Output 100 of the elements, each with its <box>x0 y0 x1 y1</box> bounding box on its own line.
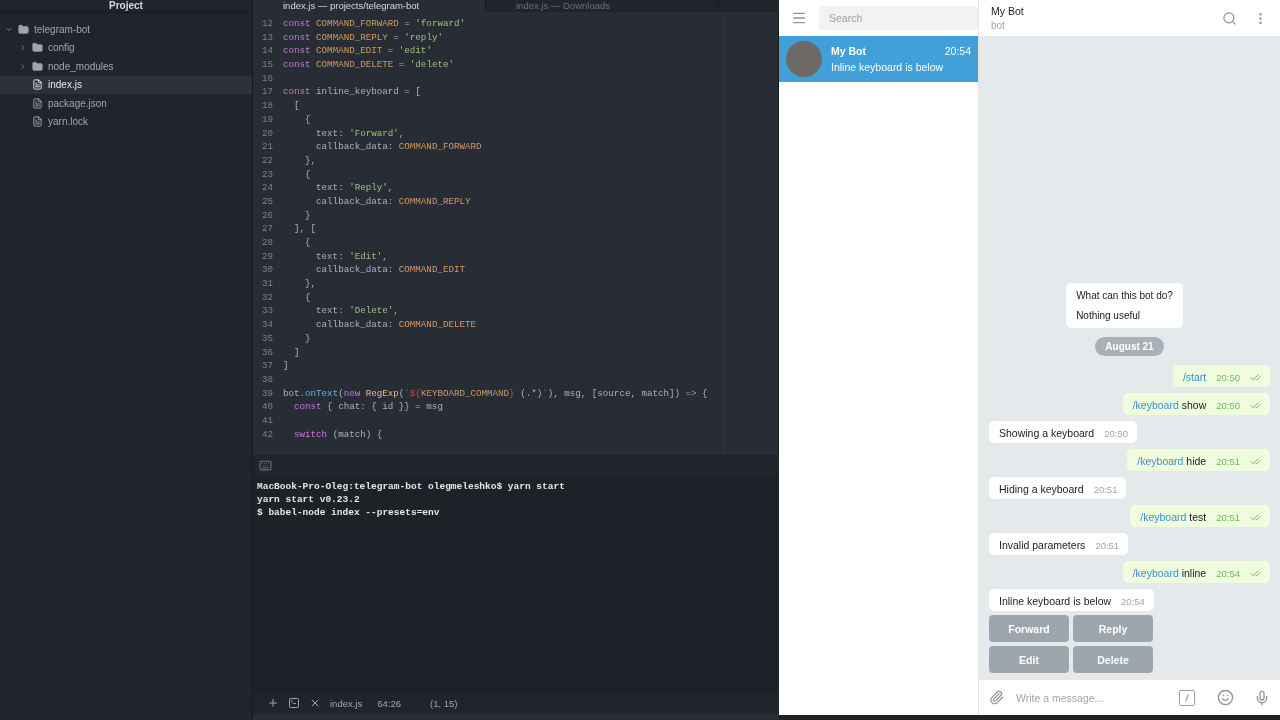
line-number: 32 <box>260 290 273 305</box>
close-icon[interactable] <box>309 697 321 709</box>
date-label: August 21 <box>1095 337 1164 356</box>
line-number: 37 <box>260 359 273 373</box>
message-text: Inline keyboard is below <box>999 595 1112 607</box>
slash-command-icon[interactable] <box>1179 689 1195 706</box>
terminal-icon[interactable] <box>288 697 300 709</box>
code-line: }, <box>304 277 317 291</box>
search-field[interactable]: Search <box>819 6 978 30</box>
line-number: 28 <box>260 236 273 250</box>
line-number: 14 <box>260 44 273 59</box>
code-line: } <box>304 208 311 223</box>
message-time: 20:50 <box>1216 400 1240 411</box>
line-number: 26 <box>260 208 273 223</box>
code-line: const COMMAND_EDIT = 'edit' <box>283 44 432 59</box>
line-number: 34 <box>260 318 273 332</box>
code-line: const COMMAND_DELETE = 'delete' <box>283 58 454 72</box>
file-name: node_modules <box>48 60 114 72</box>
file-item[interactable]: yarn.lock <box>0 112 252 131</box>
line-number: 33 <box>260 304 273 319</box>
microphone-icon[interactable] <box>1254 689 1270 706</box>
file-icon <box>32 79 43 91</box>
terminal-line: yarn start v0.23.2 <box>257 493 361 506</box>
double-check-icon <box>1250 456 1261 467</box>
code-line: text: 'Edit', <box>315 249 388 264</box>
folder-item[interactable]: node_modules <box>0 57 252 76</box>
message-text: Showing a keyboard <box>999 427 1095 439</box>
line-number: 22 <box>260 153 273 168</box>
line-number: 29 <box>260 249 273 264</box>
double-check-icon <box>1250 372 1261 383</box>
code-line: const inline_keyboard = [ <box>283 85 421 100</box>
line-number: 27 <box>260 222 273 236</box>
file-item[interactable]: package.json <box>0 94 252 113</box>
message-time: 20:50 <box>1104 428 1128 439</box>
code-line: const COMMAND_REPLY = 'reply' <box>283 30 443 45</box>
message-time: 20:54 <box>1216 568 1240 579</box>
line-number: 21 <box>260 140 273 154</box>
keyboard-icon[interactable] <box>259 458 272 472</box>
line-number: 24 <box>260 181 273 195</box>
line-number: 23 <box>260 167 273 182</box>
file-name: config <box>48 42 75 54</box>
line-number: 36 <box>260 345 273 360</box>
code-line: } <box>304 331 311 346</box>
line-number: 31 <box>260 277 273 291</box>
paperclip-icon[interactable] <box>989 690 1004 705</box>
message-text: Invalid parameters <box>999 539 1086 551</box>
code-line: [ <box>293 99 300 113</box>
chat-subtitle: bot <box>991 20 1006 31</box>
editor-tab[interactable]: index.js — projects/telegram-bot <box>253 0 486 12</box>
line-number: 40 <box>260 400 273 414</box>
selection-range[interactable]: (1, 15) <box>430 697 458 709</box>
double-check-icon <box>1250 512 1261 523</box>
file-icon <box>32 97 43 109</box>
code-line: ] <box>293 345 300 360</box>
smiley-icon[interactable] <box>1217 689 1234 706</box>
code-line: { <box>304 167 311 182</box>
message-text: Hiding a keyboard <box>999 483 1084 495</box>
cursor-position[interactable]: 64:26 <box>377 697 401 709</box>
line-number: 39 <box>260 386 273 401</box>
message-time: 20:51 <box>1216 512 1240 523</box>
file-name: package.json <box>48 97 107 109</box>
line-number: 41 <box>260 413 273 428</box>
add-icon[interactable] <box>267 697 279 709</box>
code-line: { <box>304 236 311 250</box>
code-line: callback_data: COMMAND_FORWARD <box>315 140 482 154</box>
message-text: /keyboard inline <box>1132 567 1207 579</box>
file-name: telegram-bot <box>34 23 91 35</box>
folder-item[interactable]: config <box>0 38 252 57</box>
line-number: 13 <box>260 30 273 45</box>
message-time: 20:51 <box>1093 484 1118 495</box>
code-line: const { chat: { id }} = msg <box>293 400 443 414</box>
message-time: 20:51 <box>1095 540 1120 551</box>
status-file-name[interactable]: index.js <box>330 697 363 709</box>
file-item[interactable]: index.js <box>0 75 252 94</box>
code-line: }, <box>304 153 317 168</box>
menu-icon[interactable] <box>791 10 807 26</box>
message-text: /start <box>1182 371 1207 383</box>
bot-info-title: What can this bot do? <box>1076 290 1173 301</box>
chat-time: 20:54 <box>944 45 971 57</box>
file-name: index.js <box>48 79 82 91</box>
line-number: 38 <box>260 372 273 387</box>
terminal-line: MacBook-Pro-Oleg:telegram-bot olegmeleshko$ yarn start <box>257 480 566 493</box>
folder-item[interactable]: telegram-bot <box>0 20 252 39</box>
line-number: 42 <box>260 427 273 442</box>
line-number: 19 <box>260 112 273 127</box>
panel-title: Project <box>0 0 252 13</box>
code-line: callback_data: COMMAND_EDIT <box>315 263 465 278</box>
code-line: callback_data: COMMAND_REPLY <box>315 194 471 209</box>
bot-info-text: Nothing useful <box>1076 310 1142 321</box>
message-time: 20:51 <box>1216 456 1240 467</box>
double-check-icon <box>1250 568 1261 579</box>
code-line: callback_data: COMMAND_DELETE <box>315 318 476 332</box>
code-line: bot.onText(new RegExp(`${KEYBOARD_COMMAND} (.*)`), msg, [source, match]) => { <box>283 386 708 401</box>
search-icon[interactable] <box>1222 10 1237 26</box>
code-line: text: 'Forward', <box>315 126 405 141</box>
double-check-icon <box>1250 400 1261 411</box>
line-number: 12 <box>260 17 273 31</box>
code-line: { <box>304 112 311 127</box>
code-line: switch (match) { <box>293 427 383 442</box>
line-number: 20 <box>260 126 273 141</box>
